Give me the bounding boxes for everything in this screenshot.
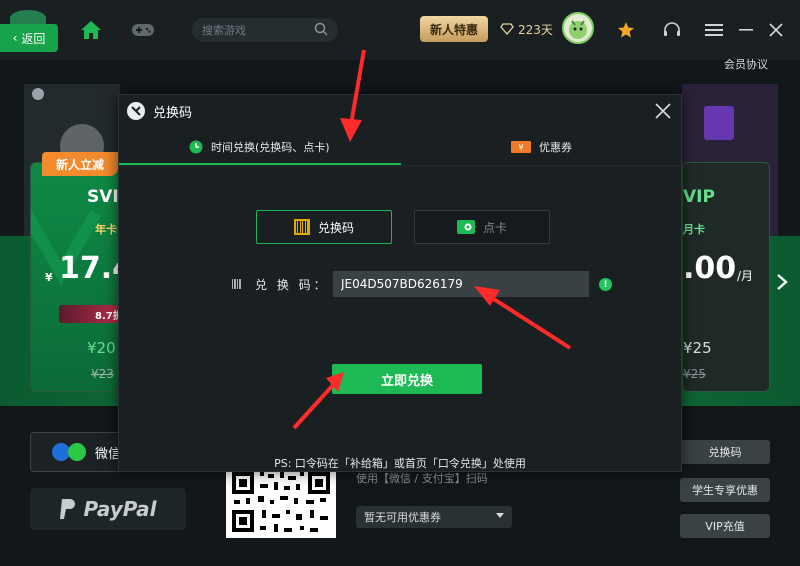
search-input[interactable]: 搜索游戏 [192, 18, 338, 42]
redeem-code-switch[interactable]: 兑换码 [256, 210, 392, 244]
search-icon[interactable] [314, 22, 328, 39]
vip-recharge-button[interactable]: VIP充值 [680, 514, 770, 538]
chevron-left-icon: ‹ [12, 31, 18, 45]
redeem-code-label: 兑 换 码： [255, 277, 329, 292]
card-title: VIP [683, 187, 715, 207]
student-offer-button[interactable]: 学生专享优惠 [680, 478, 770, 502]
card-sale-price: ¥20 [87, 339, 116, 357]
member-agreement-link[interactable]: 会员协议 [724, 56, 768, 72]
wechat-pay-button[interactable]: 微信 [30, 432, 126, 472]
card-unit: /月 [737, 269, 754, 283]
tab-time-redeem[interactable]: 时间兑换(兑换码、点卡) [189, 129, 330, 165]
diamond-icon [500, 23, 514, 35]
clock-icon [189, 140, 203, 154]
new-user-promo-button[interactable]: 新人特惠 [420, 16, 488, 42]
card-sale-price: ¥25 [683, 339, 712, 357]
days-label: 223天 [518, 22, 553, 37]
alipay-wechat-icon [52, 443, 86, 461]
minimize-icon[interactable] [734, 18, 758, 42]
scan-instruction: 使用【微信 / 支付宝】扫码 [356, 472, 488, 485]
redeem-code-row: 兑 换 码： [231, 270, 589, 298]
coupon-select[interactable]: 暂无可用优惠券 [356, 506, 512, 528]
tab-label: 优惠券 [539, 141, 572, 154]
home-icon[interactable] [78, 18, 104, 42]
barcode-small-icon [232, 279, 241, 289]
search-placeholder: 搜索游戏 [202, 24, 246, 37]
app-logo-icon [127, 102, 145, 120]
paypal-icon [60, 499, 76, 519]
redeem-now-button[interactable]: 立即兑换 [332, 364, 482, 394]
dialog-title: 兑换码 [153, 105, 193, 121]
card-price: .00 [683, 251, 737, 286]
qr-code [226, 466, 336, 538]
point-card-switch[interactable]: 点卡 [414, 210, 550, 244]
next-arrow-icon[interactable] [772, 270, 792, 294]
gamepad-icon[interactable] [130, 18, 156, 42]
redeem-code-input[interactable] [333, 271, 589, 297]
discount-badge: 8.7折 [59, 305, 121, 323]
barcode-icon [293, 219, 310, 235]
tab-coupon[interactable]: ¥ 优惠券 [511, 129, 572, 165]
card-subtitle: 月卡 [683, 223, 705, 236]
close-window-icon[interactable] [764, 18, 788, 42]
close-icon[interactable] [653, 101, 673, 121]
paypal-label: PayPal [83, 497, 157, 521]
paypal-button[interactable]: PayPal [30, 488, 186, 530]
redeem-dialog: 兑换码 时间兑换(兑换码、点卡) ¥ 优惠券 兑换码 点卡 兑 换 码： ! 立… [118, 94, 682, 472]
card-original-price: ¥23 [91, 367, 114, 381]
top-bar: ‹ 返回 搜索游戏 新人特惠 223天 [0, 0, 800, 60]
card-title: SVI [87, 187, 119, 207]
switch-label: 兑换码 [317, 220, 354, 235]
vip-days[interactable]: 223天 [500, 16, 553, 42]
headset-icon[interactable] [660, 18, 684, 42]
vip-card-yearly[interactable]: SVI 年卡 ¥ 17.4 8.7折 ¥20 ¥23 [30, 162, 122, 392]
card-subtitle: 年卡 [95, 223, 117, 236]
tab-label: 时间兑换(兑换码、点卡) [211, 141, 330, 154]
side-redeem-code-button[interactable]: 兑换码 [680, 440, 770, 464]
menu-icon[interactable] [702, 18, 726, 42]
vip-card-monthly[interactable]: VIP 月卡 .00 /月 ¥25 ¥25 [682, 162, 770, 392]
avatar[interactable] [562, 12, 594, 44]
svg-text:¥: ¥ [518, 143, 523, 152]
new-user-tag: 新人立减 [42, 152, 118, 176]
card-currency: ¥ [45, 271, 53, 284]
tab-divider [119, 165, 681, 166]
card-original-price: ¥25 [683, 367, 706, 381]
back-button[interactable]: ‹ 返回 [0, 24, 58, 52]
ticket-icon: ¥ [511, 141, 531, 153]
coupon-select-value: 暂无可用优惠券 [364, 511, 441, 524]
back-label: 返回 [21, 31, 46, 46]
ps-note: PS: 口令码在「补给箱」或首页「口令兑换」处使用 [274, 457, 526, 470]
info-icon[interactable]: ! [599, 278, 612, 291]
card-price: 17.4 [59, 251, 121, 286]
chevron-down-icon [496, 513, 504, 518]
dialog-tabs: 时间兑换(兑换码、点卡) ¥ 优惠券 [119, 129, 681, 166]
card-icon [456, 220, 475, 234]
dialog-header: 兑换码 [119, 95, 681, 127]
star-icon[interactable] [614, 18, 638, 42]
switch-label: 点卡 [482, 220, 507, 235]
